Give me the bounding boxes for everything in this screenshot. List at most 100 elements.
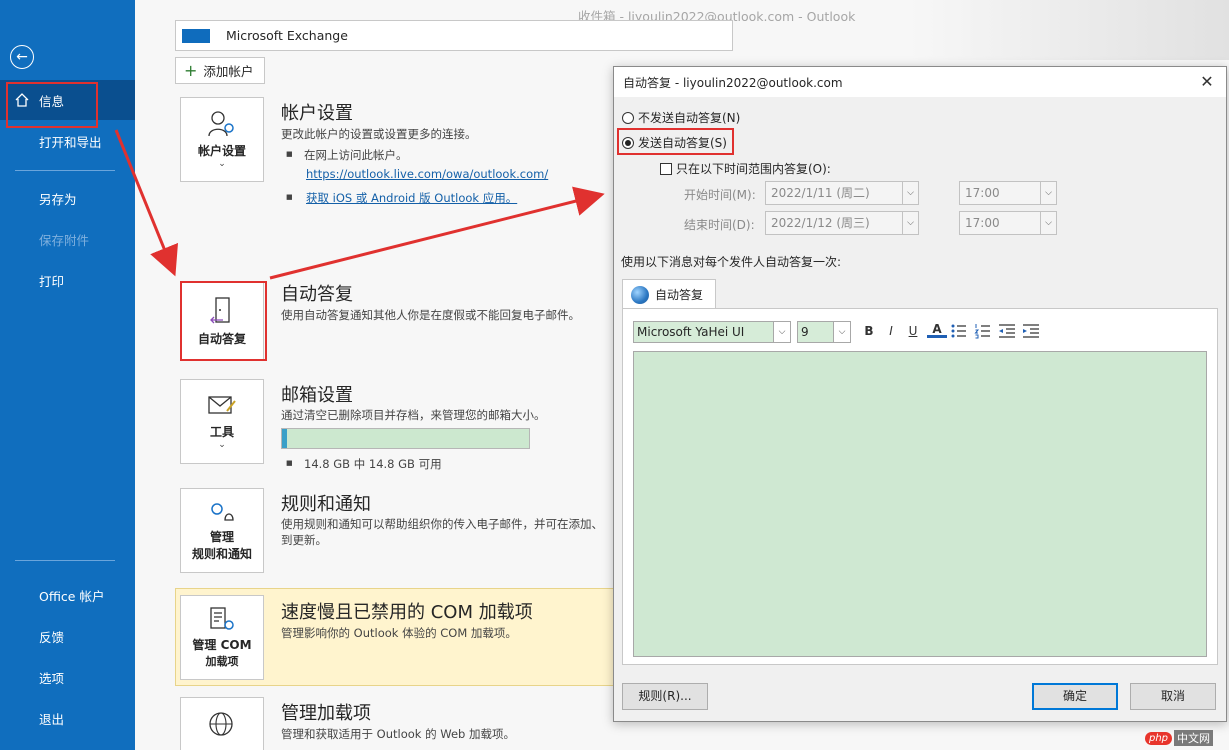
addin-gear-icon — [210, 607, 234, 630]
message-editor-panel: Microsoft YaHei UI ⌵ 9 ⌵ B I U A — [622, 308, 1218, 665]
nav-item-save-as[interactable]: 另存为 — [0, 178, 135, 218]
section-description: 使用规则和通知可以帮助组织你的传入电子邮件，并可在添加、 — [281, 517, 603, 531]
combo-value: 9 — [801, 325, 809, 339]
section-description: 通过清空已删除项目并存档，来管理您的邮箱大小。 — [281, 408, 546, 422]
gear-bell-icon — [211, 502, 234, 521]
chevron-down-icon: ⌵ — [1040, 182, 1056, 204]
highlight-box — [617, 128, 734, 155]
combo-value: Microsoft YaHei UI — [637, 325, 745, 339]
section-description: 管理和获取适用于 Outlook 的 Web 加载项。 — [281, 727, 515, 741]
nav-item-office-account[interactable]: Office 帐户 — [0, 575, 135, 615]
combo-value: 2022/1/12 (周三) — [771, 216, 870, 230]
nav-item-label: Office 帐户 — [39, 588, 105, 604]
decrease-indent-icon[interactable] — [997, 322, 1017, 340]
underline-button[interactable]: U — [903, 322, 923, 340]
watermark-logo: php — [1145, 731, 1173, 745]
message-textarea[interactable] — [633, 351, 1207, 657]
start-time-label: 开始时间(M): — [684, 188, 756, 202]
chevron-down-icon: ⌵ — [902, 182, 918, 204]
section-description: 使用自动答复通知其他人你是在度假或不能回复电子邮件。 — [281, 308, 580, 322]
start-time-combo[interactable]: 17:00 ⌵ — [959, 181, 1057, 205]
cancel-button[interactable]: 取消 — [1130, 683, 1216, 710]
close-icon[interactable]: ✕ — [1196, 71, 1218, 93]
checkbox-label: 只在以下时间范围内答复(O): — [676, 162, 831, 176]
account-settings-tile[interactable]: 帐户设置 ⌄ — [180, 97, 264, 182]
nav-divider — [15, 560, 115, 561]
tile-label: 工具 — [209, 425, 234, 439]
bullet-list-icon[interactable] — [949, 322, 969, 340]
tab-label: 自动答复 — [655, 288, 704, 302]
start-date-combo[interactable]: 2022/1/11 (周二) ⌵ — [765, 181, 919, 205]
end-date-combo[interactable]: 2022/1/12 (周三) ⌵ — [765, 211, 919, 235]
instruction-text: 使用以下消息对每个发件人自动答复一次: — [621, 255, 842, 269]
manage-rules-tile[interactable]: 管理 规则和通知 — [180, 488, 264, 573]
font-family-combo[interactable]: Microsoft YaHei UI ⌵ — [633, 321, 791, 343]
no-auto-reply-radio[interactable]: 不发送自动答复(N) — [622, 109, 740, 126]
font-size-combo[interactable]: 9 ⌵ — [797, 321, 851, 343]
tile-label: 管理 COM — [192, 638, 252, 652]
auto-reply-dialog: 自动答复 - liyoulin2022@outlook.com ✕ 不发送自动答… — [613, 66, 1227, 722]
account-selector[interactable]: Microsoft Exchange — [175, 20, 733, 51]
user-gear-icon — [208, 111, 234, 137]
combo-value: 17:00 — [965, 186, 1000, 200]
nav-item-print[interactable]: 打印 — [0, 260, 135, 300]
tile-label: 管理 — [209, 529, 234, 544]
numbered-list-icon[interactable] — [973, 322, 993, 340]
nav-item-label: 反馈 — [39, 629, 65, 645]
section-title: 速度慢且已禁用的 COM 加载项 — [281, 602, 533, 623]
nav-item-exit[interactable]: 退出 — [0, 698, 135, 738]
chevron-down-icon: ⌵ — [773, 322, 790, 342]
site-watermark: php 中文网 — [1145, 728, 1225, 748]
mobile-app-link[interactable]: 获取 iOS 或 Android 版 Outlook 应用。 — [306, 190, 517, 206]
checkbox-indicator — [660, 162, 672, 175]
end-time-label: 结束时间(D): — [684, 218, 755, 232]
add-account-label: 添加帐户 — [203, 64, 254, 79]
chevron-down-icon: ⌄ — [218, 440, 226, 450]
tools-tile[interactable]: 工具 ⌄ — [180, 379, 264, 464]
rules-button[interactable]: 规则(R)... — [622, 683, 708, 710]
tab-auto-reply[interactable]: 自动答复 — [622, 279, 716, 309]
highlight-box — [180, 281, 267, 361]
increase-indent-icon[interactable] — [1021, 322, 1041, 340]
section-title: 自动答复 — [281, 284, 353, 305]
tile-label: 规则和通知 — [191, 546, 252, 561]
nav-item-label: 打印 — [39, 273, 65, 289]
bullet-text: 在网上访问此帐户。 — [304, 148, 408, 162]
manage-addins-tile[interactable] — [180, 697, 264, 750]
nav-item-label: 退出 — [39, 711, 65, 727]
bullet-item: 在网上访问此帐户。 — [286, 147, 408, 163]
nav-divider — [15, 170, 115, 171]
section-title: 邮箱设置 — [281, 385, 353, 406]
italic-button[interactable]: I — [881, 322, 901, 340]
bold-button[interactable]: B — [859, 322, 879, 340]
plus-icon: + — [184, 60, 198, 80]
time-range-checkbox[interactable]: 只在以下时间范围内答复(O): — [660, 160, 831, 177]
nav-item-label: 另存为 — [39, 191, 77, 207]
section-description: 更改此帐户的设置或设置更多的连接。 — [281, 127, 477, 141]
end-time-combo[interactable]: 17:00 ⌵ — [959, 211, 1057, 235]
ok-button[interactable]: 确定 — [1032, 683, 1118, 710]
watermark-text: 中文网 — [1174, 730, 1214, 746]
storage-text: 14.8 GB 中 14.8 GB 可用 — [286, 456, 442, 472]
globe-icon — [631, 285, 649, 304]
mailbox-broom-icon — [208, 396, 236, 414]
tile-label: 加载项 — [205, 655, 239, 668]
radio-label: 不发送自动答复(N) — [638, 111, 741, 125]
chevron-down-icon: ⌵ — [1040, 212, 1056, 234]
back-arrow-icon[interactable]: ← — [10, 45, 34, 69]
decorative-background — [909, 0, 1229, 60]
dialog-titlebar: 自动答复 - liyoulin2022@outlook.com ✕ — [614, 67, 1226, 97]
section-description: 管理影响你的 Outlook 体验的 COM 加载项。 — [281, 626, 517, 640]
font-color-button[interactable]: A — [927, 322, 947, 338]
storage-usage-bar — [281, 428, 530, 449]
owa-link[interactable]: https://outlook.live.com/owa/outlook.com… — [306, 167, 548, 181]
manage-com-tile[interactable]: 管理 COM 加载项 — [180, 595, 264, 680]
add-account-button[interactable]: + 添加帐户 — [175, 57, 265, 84]
nav-item-feedback[interactable]: 反馈 — [0, 616, 135, 656]
combo-value: 2022/1/11 (周二) — [771, 186, 870, 200]
section-description: 到更新。 — [281, 533, 327, 547]
storage-value: 14.8 GB 中 14.8 GB 可用 — [304, 457, 442, 471]
nav-item-options[interactable]: 选项 — [0, 657, 135, 697]
tile-label: 帐户设置 — [197, 144, 246, 158]
account-name: Microsoft Exchange — [226, 28, 348, 43]
